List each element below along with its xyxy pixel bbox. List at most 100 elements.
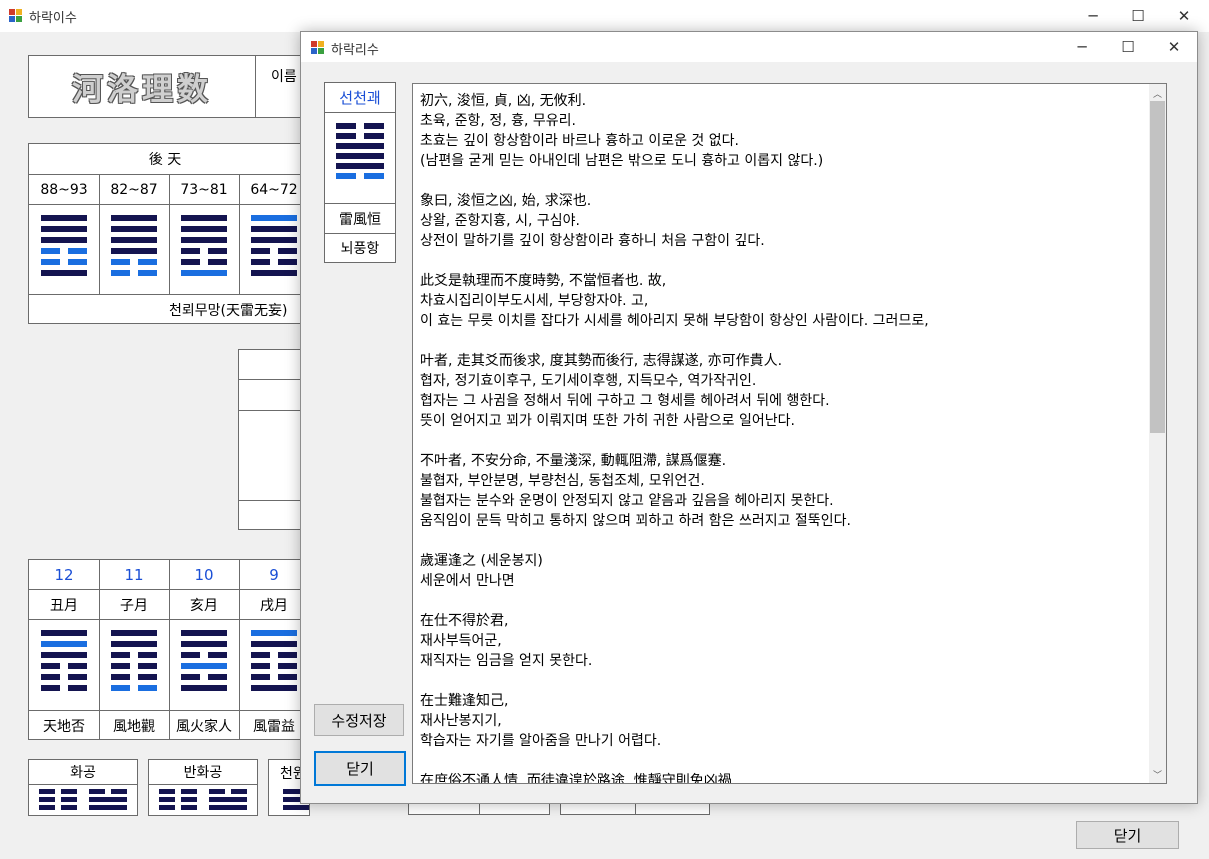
month-number-cell: 10 bbox=[169, 560, 240, 590]
month-branch-cell: 丑月 bbox=[29, 590, 100, 620]
text-line: 초육, 준항, 정, 흉, 무유리. bbox=[420, 113, 576, 129]
main-window-title: 하락이수 bbox=[29, 11, 77, 26]
month-branch-cell: 子月 bbox=[99, 590, 170, 620]
scroll-down-icon[interactable]: ﹀ bbox=[1153, 768, 1162, 781]
hexagram-line-solid bbox=[181, 641, 227, 647]
dialog-maximize-button[interactable]: ☐ bbox=[1105, 32, 1151, 62]
hexagram-line-broken bbox=[111, 789, 127, 794]
month-hexagram-name: 風火家人 bbox=[169, 710, 239, 740]
dialog-close-button[interactable]: 닫기 bbox=[314, 751, 406, 786]
hexagram-line-solid bbox=[181, 630, 227, 636]
hexagram-line-broken bbox=[209, 789, 225, 794]
app-icon bbox=[9, 9, 23, 23]
hexagram-line-solid bbox=[181, 237, 227, 243]
hexagram-line-solid bbox=[111, 215, 157, 221]
logo-box: 河洛理数 bbox=[29, 56, 256, 117]
scroll-up-icon[interactable]: ︿ bbox=[1153, 87, 1162, 100]
interpretation-textarea[interactable]: 初六, 浚恒, 貞, 凶, 无攸利. 초육, 준항, 정, 흉, 무유리. 초효는 … bbox=[412, 83, 1167, 784]
middle-grid bbox=[238, 349, 302, 530]
hexagram-line-broken bbox=[181, 652, 200, 658]
hexagram-line-broken bbox=[251, 259, 270, 265]
hexagram-line-broken bbox=[68, 259, 87, 265]
save-edit-button[interactable]: 수정저장 bbox=[314, 704, 404, 736]
hexagram-line-broken bbox=[181, 259, 200, 265]
hexagram-line-broken bbox=[138, 663, 157, 669]
hexagram-line-solid bbox=[181, 215, 227, 221]
hexagram-line-solid bbox=[336, 163, 384, 169]
innate-hexagram-header: 선천괘 bbox=[325, 83, 395, 113]
hexagram-line-broken bbox=[138, 652, 157, 658]
main-close-button[interactable]: 닫기 bbox=[1076, 821, 1179, 849]
hexagram-line-solid bbox=[209, 805, 247, 810]
hexagram-line-broken bbox=[111, 270, 130, 276]
month-table: 12 丑月 天地否 11 子月 風地觀 10 亥月 風火家人 9 戌月 風雷益 bbox=[28, 559, 310, 740]
hexagram-line-solid bbox=[41, 237, 87, 243]
dialog-title: 하락리수 bbox=[331, 43, 379, 58]
text-line: (남편을 굳게 믿는 아내인데 남편은 밖으로 도니 흉하고 이롭지 않다.) bbox=[420, 153, 824, 169]
text-line: 협자, 정기효이후구, 도기세이후행, 지득모수, 역가작귀인. bbox=[420, 373, 757, 389]
hexagram-line-broken bbox=[61, 797, 77, 802]
age-range-cell: 88~93 bbox=[29, 175, 100, 205]
minimize-button[interactable]: ─ bbox=[1070, 1, 1116, 31]
hexagram-line-solid bbox=[209, 797, 247, 802]
hexagram-line-broken bbox=[251, 663, 270, 669]
text-line: 叶者, 走其爻而後求, 度其勢而後行, 志得謀遂, 亦可作貴人. bbox=[420, 353, 783, 369]
hexagram-line-broken bbox=[68, 674, 87, 680]
hexagram-line-solid bbox=[89, 805, 127, 810]
hexagram-line-broken bbox=[336, 173, 356, 179]
name-label: 이름 bbox=[271, 69, 297, 85]
hexagram-line-solid bbox=[251, 630, 297, 636]
hexagram-line-broken bbox=[41, 685, 60, 691]
hexagram-line-broken bbox=[251, 674, 270, 680]
hexagram-line-broken bbox=[181, 674, 200, 680]
text-line: 재사부득어군, bbox=[420, 633, 502, 649]
hexagram-line-solid bbox=[41, 270, 87, 276]
innate-hexagram-korean: 뇌풍항 bbox=[340, 240, 380, 257]
month-hexagram-name: 風地觀 bbox=[99, 710, 169, 740]
hexagram-line-broken bbox=[181, 248, 200, 254]
vertical-scrollbar[interactable]: ︿ ﹀ bbox=[1149, 84, 1166, 783]
text-line: 불협자, 부안분명, 부량천심, 동첩조체, 모위언건. bbox=[420, 473, 705, 489]
hexagram-line-broken bbox=[61, 789, 77, 794]
hexagram-line-solid bbox=[251, 226, 297, 232]
hexagram-line-broken bbox=[61, 805, 77, 810]
hexagram-line-broken bbox=[278, 259, 297, 265]
hwagong-box: 화공 bbox=[28, 759, 138, 816]
hexagram-line-broken bbox=[138, 674, 157, 680]
innate-hexagram-hanja: 雷風恒 bbox=[325, 203, 395, 234]
hexagram-line-solid bbox=[111, 630, 157, 636]
hexagram-line-broken bbox=[111, 674, 130, 680]
text-line: 초효는 깊이 항상함이라 바르나 흉하고 이로운 것 없다. bbox=[420, 133, 739, 149]
scrollbar-thumb[interactable] bbox=[1150, 101, 1165, 433]
hexagram-line-broken bbox=[278, 248, 297, 254]
hexagram-line-broken bbox=[39, 797, 55, 802]
hexagram-line-broken bbox=[159, 805, 175, 810]
hexagram-line-solid bbox=[181, 685, 227, 691]
dialog-minimize-button[interactable]: ─ bbox=[1059, 32, 1105, 62]
text-line: 在庶俗不通人情, 而徒違遑於路途, 惟靜守則免凶禍. bbox=[420, 773, 737, 784]
hexagram-line-broken bbox=[251, 248, 270, 254]
main-title-bar: 하락이수 ─ ☐ ✕ bbox=[0, 0, 1209, 32]
text-line: 불협자는 분수와 운명이 안정되지 않고 얕음과 깊음을 헤아리지 못한다. bbox=[420, 493, 834, 509]
text-line: 상전이 말하기를 깊이 항상함이라 흉하니 처음 구함이 깊다. bbox=[420, 233, 765, 249]
hexagram-line-broken bbox=[278, 674, 297, 680]
text-line: 在仕不得於君, bbox=[420, 613, 509, 629]
dialog-close-x-button[interactable]: ✕ bbox=[1151, 32, 1197, 62]
hexagram-line-broken bbox=[208, 674, 227, 680]
maximize-button[interactable]: ☐ bbox=[1115, 1, 1161, 31]
text-line: 상왈, 준항지흉, 시, 구심야. bbox=[420, 213, 580, 229]
text-line: 협자는 그 사귐을 정해서 뒤에 구하고 그 형세를 헤아려서 뒤에 행한다. bbox=[420, 393, 830, 409]
hexagram-line-solid bbox=[251, 215, 297, 221]
column-divider bbox=[99, 205, 100, 294]
hexagram-line-solid bbox=[251, 641, 297, 647]
hexagram-line-solid bbox=[181, 270, 227, 276]
close-window-button[interactable]: ✕ bbox=[1161, 1, 1207, 31]
hexagram-line-solid bbox=[41, 215, 87, 221]
hexagram-line-broken bbox=[208, 652, 227, 658]
text-line: 象曰, 浚恒之凶, 始, 求深也. bbox=[420, 193, 592, 209]
text-line: 학습자는 자기를 알아줌을 만나기 어렵다. bbox=[420, 733, 662, 749]
hexagram-line-broken bbox=[41, 248, 60, 254]
text-line: 在士難逢知己, bbox=[420, 693, 509, 709]
hexagram-line-broken bbox=[364, 123, 384, 129]
hexagram-line-broken bbox=[68, 248, 87, 254]
